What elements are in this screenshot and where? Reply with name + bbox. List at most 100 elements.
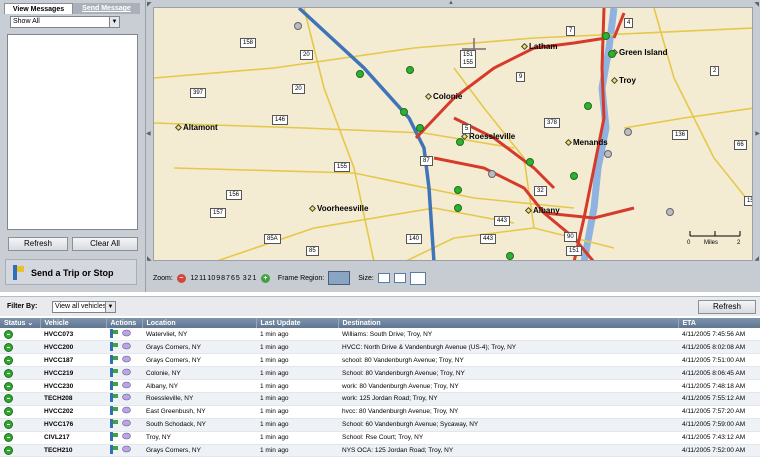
tab-view-messages[interactable]: View Messages <box>4 3 73 14</box>
vehicle-marker[interactable] <box>506 252 514 260</box>
zoom-level[interactable]: 6 <box>231 275 235 282</box>
message-bubble-icon[interactable] <box>122 419 131 428</box>
vehicle-id-cell[interactable]: TECH210 <box>40 444 106 457</box>
table-row[interactable]: HVCC187 Grays Corners, NY 1 min ago school:… <box>0 353 760 368</box>
vehicle-marker[interactable] <box>624 128 632 136</box>
table-row[interactable]: HVCC073 Watervliet, NY 1 min ago Williams: … <box>0 328 760 342</box>
send-trip-icon[interactable] <box>110 328 119 338</box>
zoom-out-icon[interactable]: − <box>176 273 186 283</box>
zoom-level[interactable]: 9 <box>216 275 220 282</box>
column-header-location[interactable]: Location <box>142 318 257 328</box>
vehicle-marker[interactable] <box>456 138 464 146</box>
table-row[interactable]: TECH208 Roessleville, NY 1 min ago work: 12… <box>0 392 760 406</box>
vehicle-id-cell[interactable]: HVCC200 <box>40 340 106 355</box>
zoom-level[interactable]: 5 <box>236 275 240 282</box>
message-bubble-icon[interactable] <box>122 355 131 364</box>
vehicle-marker[interactable] <box>454 186 462 194</box>
vehicle-marker[interactable] <box>400 108 408 116</box>
vehicle-marker[interactable] <box>416 124 424 132</box>
vehicle-id-cell[interactable]: HVCC187 <box>40 353 106 368</box>
send-trip-icon[interactable] <box>110 380 119 390</box>
table-row[interactable]: HVCC200 Grays Corners, NY 1 min ago HVCC: N… <box>0 340 760 355</box>
vehicle-marker[interactable] <box>294 22 302 30</box>
zoom-level[interactable]: 1 <box>253 275 257 282</box>
vehicle-id-cell[interactable]: TECH208 <box>40 392 106 406</box>
size-large-button[interactable] <box>409 271 426 285</box>
column-header-last-update[interactable]: Last Update <box>256 318 339 328</box>
zoom-level[interactable]: 12 <box>190 275 198 282</box>
chevron-down-icon[interactable]: ▼ <box>105 302 115 312</box>
pan-northwest-icon[interactable]: ◤ <box>147 1 152 8</box>
send-trip-icon[interactable] <box>110 432 119 442</box>
vehicle-filter-select[interactable]: View all vehicles ▼ <box>52 301 116 313</box>
message-bubble-icon[interactable] <box>122 432 131 441</box>
table-row[interactable]: HVCC176 South Schodack, NY 1 min ago School… <box>0 418 760 432</box>
map-canvas[interactable]: Latham Green Island Troy Colonie Altamon… <box>153 7 753 261</box>
pan-west-icon[interactable]: ◀ <box>146 130 151 137</box>
message-bubble-icon[interactable] <box>122 393 131 402</box>
message-bubble-icon[interactable] <box>122 445 131 454</box>
message-list[interactable] <box>7 34 138 230</box>
column-header-eta[interactable]: ETA <box>678 318 760 328</box>
send-trip-icon[interactable] <box>110 444 119 454</box>
vehicle-id-cell[interactable]: HVCC176 <box>40 418 106 432</box>
vehicle-marker[interactable] <box>570 172 578 180</box>
tab-send-message[interactable]: Send Message <box>73 3 140 14</box>
chevron-down-icon[interactable]: ▼ <box>109 17 119 27</box>
table-row[interactable]: HVCC230 Albany, NY 1 min ago work: 80 Vande… <box>0 379 760 393</box>
zoom-level[interactable]: 8 <box>221 275 225 282</box>
vehicle-marker[interactable] <box>356 70 364 78</box>
message-bubble-icon[interactable] <box>122 342 131 351</box>
size-medium-button[interactable] <box>393 273 406 283</box>
vehicle-id-cell[interactable]: HVCC219 <box>40 366 106 381</box>
refresh-messages-button[interactable]: Refresh <box>8 237 68 251</box>
clear-all-button[interactable]: Clear All <box>72 237 138 251</box>
vehicle-marker[interactable] <box>602 32 610 40</box>
message-bubble-icon[interactable] <box>122 406 131 415</box>
send-trip-icon[interactable] <box>110 393 119 403</box>
frame-region-thumbnail[interactable] <box>328 271 351 285</box>
pan-north-icon[interactable]: ▲ <box>448 0 454 6</box>
send-trip-icon[interactable] <box>110 341 119 351</box>
column-header-status[interactable]: Status ⌄ <box>0 318 41 328</box>
pan-east-icon[interactable]: ▶ <box>755 130 760 137</box>
pan-southwest-icon[interactable]: ◣ <box>147 255 152 262</box>
vehicle-id-cell[interactable]: HVCC073 <box>40 328 106 342</box>
zoom-level[interactable]: 10 <box>207 275 215 282</box>
send-trip-icon[interactable] <box>110 406 119 416</box>
vehicle-marker[interactable] <box>406 66 414 74</box>
vehicle-marker[interactable] <box>666 208 674 216</box>
zoom-level[interactable]: 7 <box>226 275 230 282</box>
message-bubble-icon[interactable] <box>122 329 131 338</box>
refresh-vehicles-button[interactable]: Refresh <box>698 300 756 314</box>
column-header-vehicle[interactable]: Vehicle <box>40 318 107 328</box>
table-row[interactable]: CIVL217 Troy, NY 1 min ago School: Rse Cour… <box>0 431 760 445</box>
message-bubble-icon[interactable] <box>122 381 131 390</box>
column-header-destination[interactable]: Destination <box>338 318 679 328</box>
message-filter-select[interactable]: Show All ▼ <box>10 16 120 28</box>
zoom-in-icon[interactable]: + <box>260 273 270 283</box>
vehicle-id-cell[interactable]: HVCC202 <box>40 405 106 419</box>
zoom-level[interactable]: 2 <box>248 275 252 282</box>
pan-southeast-icon[interactable]: ◢ <box>754 255 759 262</box>
vehicle-marker[interactable] <box>608 50 616 58</box>
vehicle-id-cell[interactable]: HVCC230 <box>40 379 106 393</box>
zoom-level[interactable]: 11 <box>199 275 206 282</box>
send-trip-button[interactable]: Send a Trip or Stop <box>5 259 137 285</box>
table-row[interactable]: HVCC202 East Greenbush, NY 1 min ago hvcc: … <box>0 405 760 419</box>
vehicle-id-cell[interactable]: CIVL217 <box>40 431 106 445</box>
send-trip-icon[interactable] <box>110 354 119 364</box>
vehicle-marker[interactable] <box>584 102 592 110</box>
pan-northeast-icon[interactable]: ◥ <box>754 1 759 8</box>
vehicle-marker[interactable] <box>604 150 612 158</box>
column-header-actions[interactable]: Actions <box>106 318 143 328</box>
vehicle-marker[interactable] <box>488 170 496 178</box>
send-trip-icon[interactable] <box>110 419 119 429</box>
send-trip-icon[interactable] <box>110 367 119 377</box>
message-bubble-icon[interactable] <box>122 368 131 377</box>
vehicle-marker[interactable] <box>454 204 462 212</box>
table-row[interactable]: HVCC219 Colonie, NY 1 min ago School: 80 Va… <box>0 366 760 381</box>
size-small-button[interactable] <box>377 273 390 283</box>
zoom-level[interactable]: 3 <box>243 275 247 282</box>
table-row[interactable]: TECH210 Grays Corners, NY 1 min ago NYS OCA… <box>0 444 760 457</box>
